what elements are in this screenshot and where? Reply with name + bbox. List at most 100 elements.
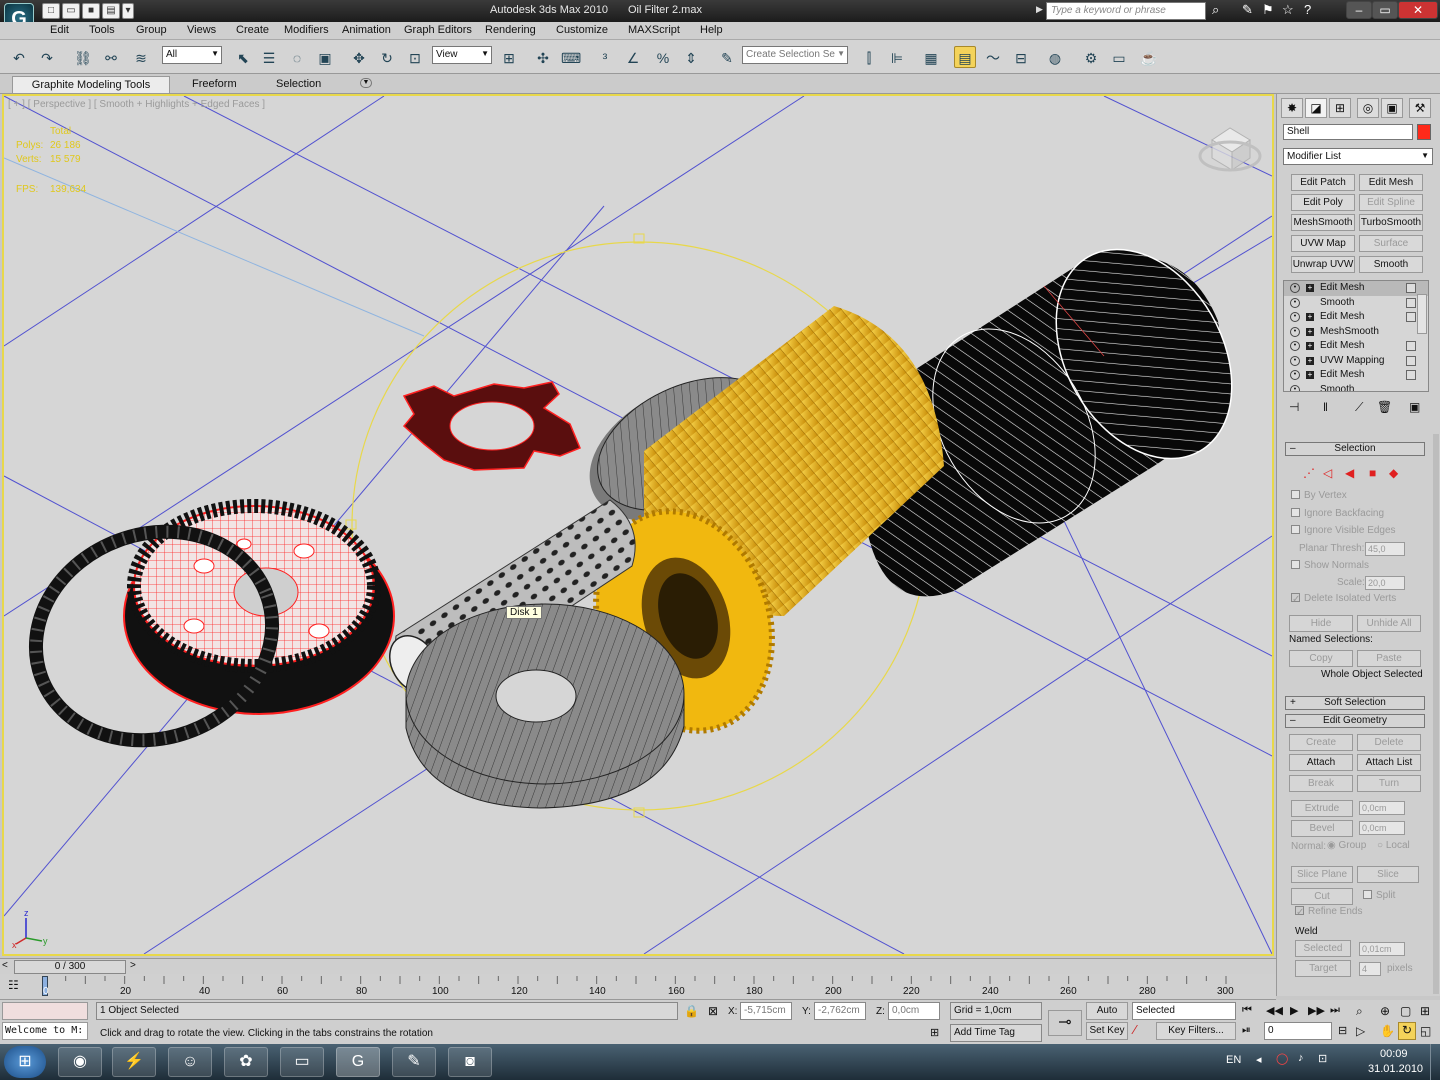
named-selection-dropdown[interactable]: Create Selection Se ▼	[742, 46, 848, 64]
bulb-icon[interactable]: •	[1290, 283, 1300, 293]
speaker-icon[interactable]: ♪	[1298, 1052, 1304, 1064]
infocenter-icon[interactable]: ⌕	[1212, 2, 1219, 18]
goto-start-icon[interactable]: ⏮	[1242, 1004, 1252, 1017]
auto-key-button[interactable]: Auto Key	[1086, 1002, 1128, 1032]
menu-customize[interactable]: Customize	[556, 24, 608, 36]
opera-tray-icon[interactable]: ◯	[1276, 1052, 1288, 1065]
menu-edit[interactable]: Edit	[50, 24, 69, 36]
time-slider[interactable]: < 0 / 300 >	[0, 958, 1276, 974]
unlink-icon[interactable]: ⚯	[100, 46, 122, 68]
modifier-stack[interactable]: • + Edit Mesh • Smooth • + Edit Mesh • + MeshSm…	[1283, 280, 1429, 392]
language-indicator[interactable]: EN	[1226, 1054, 1241, 1066]
window-crossing-icon[interactable]: ▣	[314, 46, 336, 68]
y-coord-field[interactable]: -2,762cm	[814, 1002, 866, 1020]
time-config-icon[interactable]: ⊟	[1338, 1024, 1347, 1037]
add-time-tag-field[interactable]: Add Time Tag	[950, 1024, 1042, 1042]
angle-snap-icon[interactable]: ∠	[622, 46, 644, 68]
percent-snap-icon[interactable]: %	[652, 46, 674, 68]
menu-rendering[interactable]: Rendering	[485, 24, 536, 36]
time-prev-icon[interactable]: <	[2, 960, 8, 971]
stack-toggle-box[interactable]	[1406, 355, 1416, 366]
face-mode-icon[interactable]: ◀	[1345, 466, 1354, 480]
material-editor-icon[interactable]: ◍	[1044, 46, 1066, 68]
bulb-icon[interactable]: •	[1290, 355, 1300, 366]
menu-graph-editors[interactable]: Graph Editors	[404, 24, 472, 36]
menu-create[interactable]: Create	[236, 24, 269, 36]
default-tangent-icon[interactable]: ⁄	[1134, 1022, 1136, 1037]
prev-frame-icon[interactable]: ◀◀	[1266, 1004, 1283, 1017]
mod-unwrap-uvw-button[interactable]: Unwrap UVW	[1291, 256, 1355, 273]
absolute-mode-icon[interactable]: ⊠	[708, 1004, 718, 1018]
bulb-icon[interactable]: •	[1290, 384, 1300, 391]
goto-end-icon[interactable]: ⏭	[1330, 1004, 1340, 1017]
favorites-icon[interactable]: ☆	[1282, 2, 1294, 18]
maximize-viewport-icon[interactable]: ◱	[1420, 1024, 1431, 1038]
zoom-all-icon[interactable]: ⊕	[1380, 1004, 1390, 1018]
bulb-icon[interactable]: •	[1290, 312, 1300, 322]
maxscript-listener[interactable]: Welcome to M:	[2, 1022, 88, 1040]
mod-smooth-button[interactable]: Smooth	[1359, 256, 1423, 273]
orbit-icon[interactable]: ↻	[1398, 1022, 1416, 1040]
attach-list-button[interactable]: Attach List	[1357, 754, 1421, 771]
expand-icon[interactable]: +	[1306, 371, 1314, 379]
bulb-icon[interactable]: •	[1290, 341, 1300, 351]
unhide-all-button[interactable]: Unhide All	[1357, 615, 1421, 632]
schematic-view-icon[interactable]: ⊟	[1010, 46, 1032, 68]
pin-stack-icon[interactable]: ⊣	[1289, 400, 1299, 414]
scale-spinner[interactable]: 20,0	[1365, 576, 1405, 590]
camera-icon[interactable]: ◙	[448, 1047, 492, 1077]
bulb-icon[interactable]: •	[1290, 370, 1300, 380]
tab-freeform[interactable]: Freeform	[182, 76, 247, 93]
mod-edit-patch-button[interactable]: Edit Patch	[1291, 174, 1355, 191]
vertex-mode-icon[interactable]: ⋰	[1303, 466, 1315, 480]
viewport-label[interactable]: [ + ] [ Perspective ] [ Smooth + Highlig…	[8, 99, 265, 110]
refine-ends-checkbox[interactable]: ✓ Refine Ends	[1295, 906, 1362, 918]
render-production-icon[interactable]: ☕	[1138, 46, 1160, 68]
zoom-icon[interactable]: ⌕	[1356, 1004, 1363, 1019]
polygon-mode-icon[interactable]: ■	[1369, 466, 1376, 480]
stack-item[interactable]: • + Edit Mesh	[1284, 339, 1428, 354]
selection-filter-dropdown[interactable]: All ▼	[162, 46, 222, 64]
stack-toggle-box[interactable]	[1406, 341, 1416, 351]
menu-help[interactable]: Help	[700, 24, 723, 36]
remove-modifier-icon[interactable]: 🗑	[1377, 400, 1392, 414]
stack-toggle-box[interactable]	[1406, 297, 1416, 308]
keyboard-shortcut-icon[interactable]: ⌨	[560, 46, 582, 68]
mod-edit-mesh-button[interactable]: Edit Mesh	[1359, 174, 1423, 191]
split-checkbox[interactable]: Split	[1363, 890, 1395, 901]
extrude-button[interactable]: Extrude	[1291, 800, 1353, 817]
element-mode-icon[interactable]: ◆	[1389, 466, 1398, 480]
subscription-icon[interactable]: ✎	[1242, 2, 1253, 18]
menu-modifiers[interactable]: Modifiers	[284, 24, 329, 36]
bulb-icon[interactable]: •	[1290, 326, 1300, 337]
link-icon[interactable]: ⛓	[72, 46, 94, 68]
snaps-toggle-icon[interactable]: ³	[594, 46, 616, 68]
stack-toggle-box[interactable]	[1406, 283, 1416, 293]
weld-threshold-spinner[interactable]: 0,01cm	[1359, 942, 1405, 956]
stack-scrollbar[interactable]	[1417, 294, 1427, 334]
play-icon[interactable]: ▶	[1290, 1004, 1298, 1017]
chrome-icon[interactable]: ◉	[58, 1047, 102, 1077]
3dsmax-task-icon[interactable]: G	[336, 1047, 380, 1077]
hierarchy-icon[interactable]: ⊞	[1329, 98, 1351, 118]
key-mode-dropdown[interactable]: Selected	[1132, 1002, 1236, 1020]
by-vertex-checkbox[interactable]: By Vertex	[1291, 490, 1347, 501]
mod-meshsmooth-button[interactable]: MeshSmooth	[1291, 214, 1355, 231]
stack-item[interactable]: • + MeshSmooth	[1284, 325, 1428, 340]
weld-selected-button[interactable]: Selected	[1295, 940, 1351, 957]
bevel-button[interactable]: Bevel	[1291, 820, 1353, 837]
reference-coord-dropdown[interactable]: View ▼	[432, 46, 492, 64]
search-input[interactable]: Type a keyword or phrase	[1046, 2, 1206, 20]
ignore-backfacing-checkbox[interactable]: Ignore Backfacing	[1291, 508, 1384, 519]
ignore-visible-edges-checkbox[interactable]: Ignore Visible Edges	[1291, 525, 1396, 536]
scale-icon[interactable]: ⊡	[404, 46, 426, 68]
ribbon-options-icon[interactable]: ▼	[360, 78, 372, 88]
mod-edit-poly-button[interactable]: Edit Poly	[1291, 194, 1355, 211]
show-normals-checkbox[interactable]: Show Normals	[1291, 560, 1369, 571]
x-coord-field[interactable]: -5,715cm	[740, 1002, 792, 1020]
utilities-icon[interactable]: ⚒	[1409, 98, 1431, 118]
menu-group[interactable]: Group	[136, 24, 167, 36]
turn-button[interactable]: Turn	[1357, 775, 1421, 792]
time-slider-thumb[interactable]: 0 / 300	[14, 960, 126, 974]
bevel-spinner[interactable]: 0,0cm	[1359, 821, 1405, 835]
